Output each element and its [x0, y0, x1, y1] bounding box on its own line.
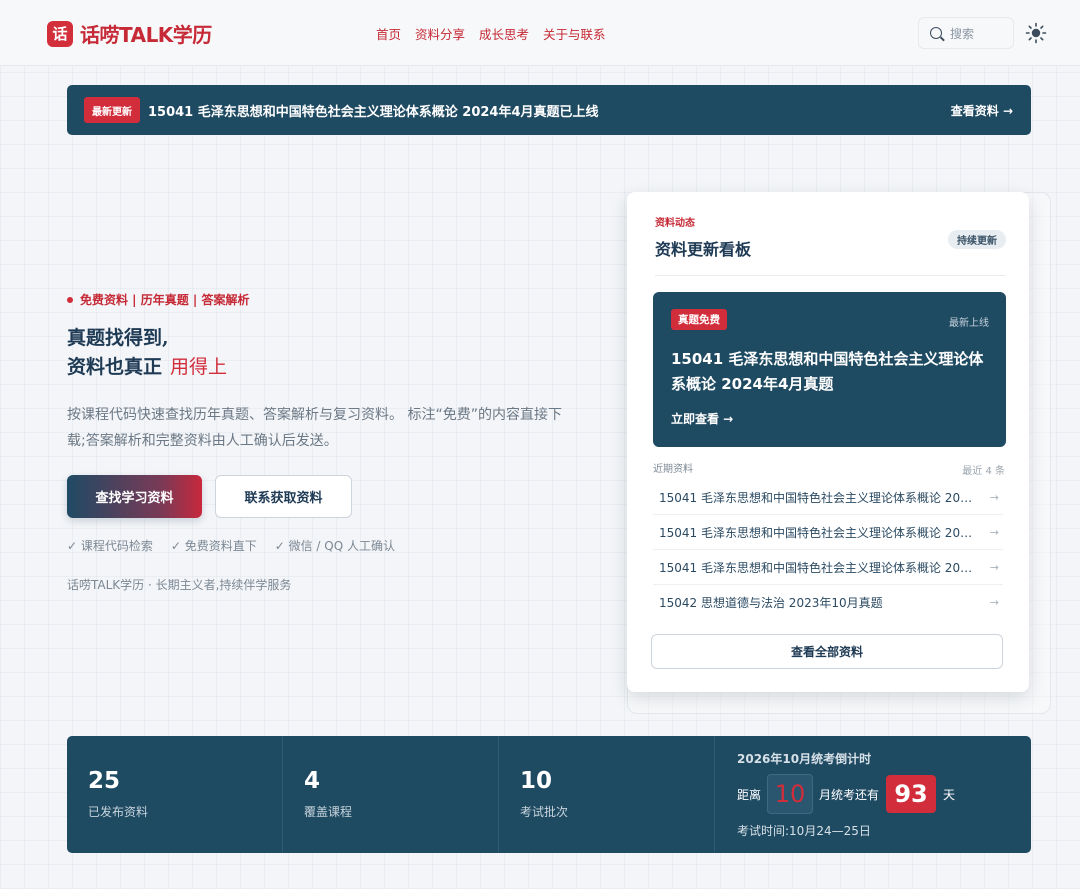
nav-about-contact[interactable]: 关于与联系: [543, 24, 606, 43]
logo-text: 话唠TALK学历: [80, 23, 212, 47]
board-title: 资料更新看板: [655, 240, 752, 259]
announcement-bar: 最新更新 15041 毛泽东思想和中国特色社会主义理论体系概论 2024年4月真…: [67, 85, 1031, 135]
hero-title-accent: 用得上: [170, 356, 228, 378]
nav-resources[interactable]: 资料分享: [415, 24, 465, 43]
view-all-button[interactable]: 查看全部资料: [651, 634, 1003, 669]
view-now-link[interactable]: 立即查看 →: [671, 410, 733, 427]
recent-count: 最近 4 条: [962, 466, 1005, 477]
stats-bar: 25 已发布资料 4 覆盖课程 10 考试批次 2026年10月统考倒计时 距离…: [67, 736, 1031, 853]
sun-icon[interactable]: [1025, 22, 1047, 44]
announcement-text: 15041 毛泽东思想和中国特色社会主义理论体系概论 2024年4月真题已上线: [148, 105, 599, 120]
search-placeholder: 搜索: [950, 26, 975, 41]
exam-countdown: 2026年10月统考倒计时 距离 10 月统考还有 93 天 考试时间:10月2…: [715, 736, 1031, 853]
list-item-title: 15041 毛泽东思想和中国特色社会主义理论体系概论 2023年4月真题: [659, 560, 979, 575]
find-resources-button[interactable]: 查找学习资料: [67, 475, 202, 518]
countdown-prefix: 距离: [737, 787, 762, 802]
logo-mark-icon: 话: [47, 20, 73, 47]
update-board: 资料动态 资料更新看板 持续更新 真题免费 最新上线 15041 毛泽东思想和中…: [627, 192, 1029, 692]
list-item-title: 15042 思想道德与法治 2023年10月真题: [659, 596, 883, 610]
nav-growth[interactable]: 成长思考: [479, 24, 529, 43]
arrow-right-icon: →: [989, 596, 999, 609]
stat-batches: 10 考试批次: [499, 736, 715, 853]
list-item[interactable]: 15041 毛泽东思想和中国特色社会主义理论体系概论 2024年4月真题 →: [653, 480, 1003, 515]
arrow-right-icon: →: [989, 490, 999, 504]
hero-title-line2: 资料也真正 用得上: [67, 356, 228, 378]
search-box[interactable]: 搜索: [918, 17, 1014, 49]
featured-badge: 真题免费: [671, 309, 727, 330]
hero-title-line1: 真题找得到,: [67, 327, 169, 349]
countdown-middle: 月统考还有: [819, 787, 880, 802]
hero-footnote: 话唠TALK学历 · 长期主义者,持续伴学服务: [67, 578, 292, 592]
recent-label: 近期资料: [653, 464, 693, 475]
hero-tags-text: 免费资料 | 历年真题 | 答案解析: [80, 293, 250, 307]
countdown-month: 10: [767, 774, 814, 814]
stat-published: 25 已发布资料: [67, 736, 283, 853]
hero-title: 真题找得到, 资料也真正 用得上: [67, 324, 227, 382]
stat-value: 10: [520, 768, 553, 794]
announcement-badge: 最新更新: [84, 97, 140, 123]
stat-value: 4: [304, 768, 321, 794]
countdown-title: 2026年10月统考倒计时: [737, 752, 872, 766]
arrow-right-icon: →: [989, 560, 999, 574]
exam-time: 考试时间:10月24—25日: [737, 824, 871, 838]
divider: [655, 275, 1006, 276]
countdown-row: 距离 10 月统考还有 93 天: [737, 774, 955, 814]
feature-list: ✓ 课程代码检索 ✓ 免费资料直下 ✓ 微信 / QQ 人工确认: [67, 537, 395, 554]
hero-tags: 免费资料 | 历年真题 | 答案解析: [67, 291, 249, 308]
list-item-title: 15041 毛泽东思想和中国特色社会主义理论体系概论 2024年4月真题: [659, 490, 979, 505]
stat-label: 覆盖课程: [304, 805, 353, 819]
list-item-title: 15041 毛泽东思想和中国特色社会主义理论体系概论 2023年10月真题: [659, 525, 979, 540]
list-item[interactable]: 15042 思想道德与法治 2023年10月真题 →: [653, 585, 1003, 620]
featured-resource-card[interactable]: 真题免费 最新上线 15041 毛泽东思想和中国特色社会主义理论体系概论 202…: [653, 292, 1006, 447]
nav-home[interactable]: 首页: [376, 24, 401, 43]
arrow-right-icon: →: [989, 525, 999, 539]
stat-value: 25: [88, 768, 121, 794]
main-nav: 首页 资料分享 成长思考 关于与联系: [376, 24, 606, 43]
feature-item: ✓ 课程代码检索: [67, 539, 153, 553]
list-item[interactable]: 15041 毛泽东思想和中国特色社会主义理论体系概论 2023年4月真题 →: [653, 550, 1003, 585]
search-icon: [930, 27, 942, 39]
top-header: 话 话唠TALK学历 首页 资料分享 成长思考 关于与联系 搜索: [0, 0, 1080, 66]
view-resource-link[interactable]: 查看资料 →: [951, 102, 1013, 119]
board-kicker: 资料动态: [655, 218, 695, 229]
stat-courses: 4 覆盖课程: [283, 736, 499, 853]
contact-button[interactable]: 联系获取资料: [215, 475, 352, 518]
board-badge: 持续更新: [948, 230, 1006, 249]
stat-label: 已发布资料: [88, 805, 149, 819]
bullet-dot-icon: [67, 296, 73, 303]
site-logo[interactable]: 话 话唠TALK学历: [47, 19, 212, 48]
stat-label: 考试批次: [520, 805, 569, 819]
feature-item: ✓ 微信 / QQ 人工确认: [274, 539, 395, 553]
recent-list: 15041 毛泽东思想和中国特色社会主义理论体系概论 2024年4月真题 → 1…: [653, 480, 1003, 620]
hero-description: 按课程代码快速查找历年真题、答案解析与复习资料。 标注“免费”的内容直接下载;答…: [67, 407, 562, 449]
feature-item: ✓ 免费资料直下: [170, 539, 257, 553]
featured-status: 最新上线: [949, 318, 989, 329]
countdown-suffix: 天: [943, 787, 956, 802]
list-item[interactable]: 15041 毛泽东思想和中国特色社会主义理论体系概论 2023年10月真题 →: [653, 515, 1003, 550]
countdown-days: 93: [886, 775, 937, 813]
featured-title: 15041 毛泽东思想和中国特色社会主义理论体系概论 2024年4月真题: [671, 350, 984, 393]
